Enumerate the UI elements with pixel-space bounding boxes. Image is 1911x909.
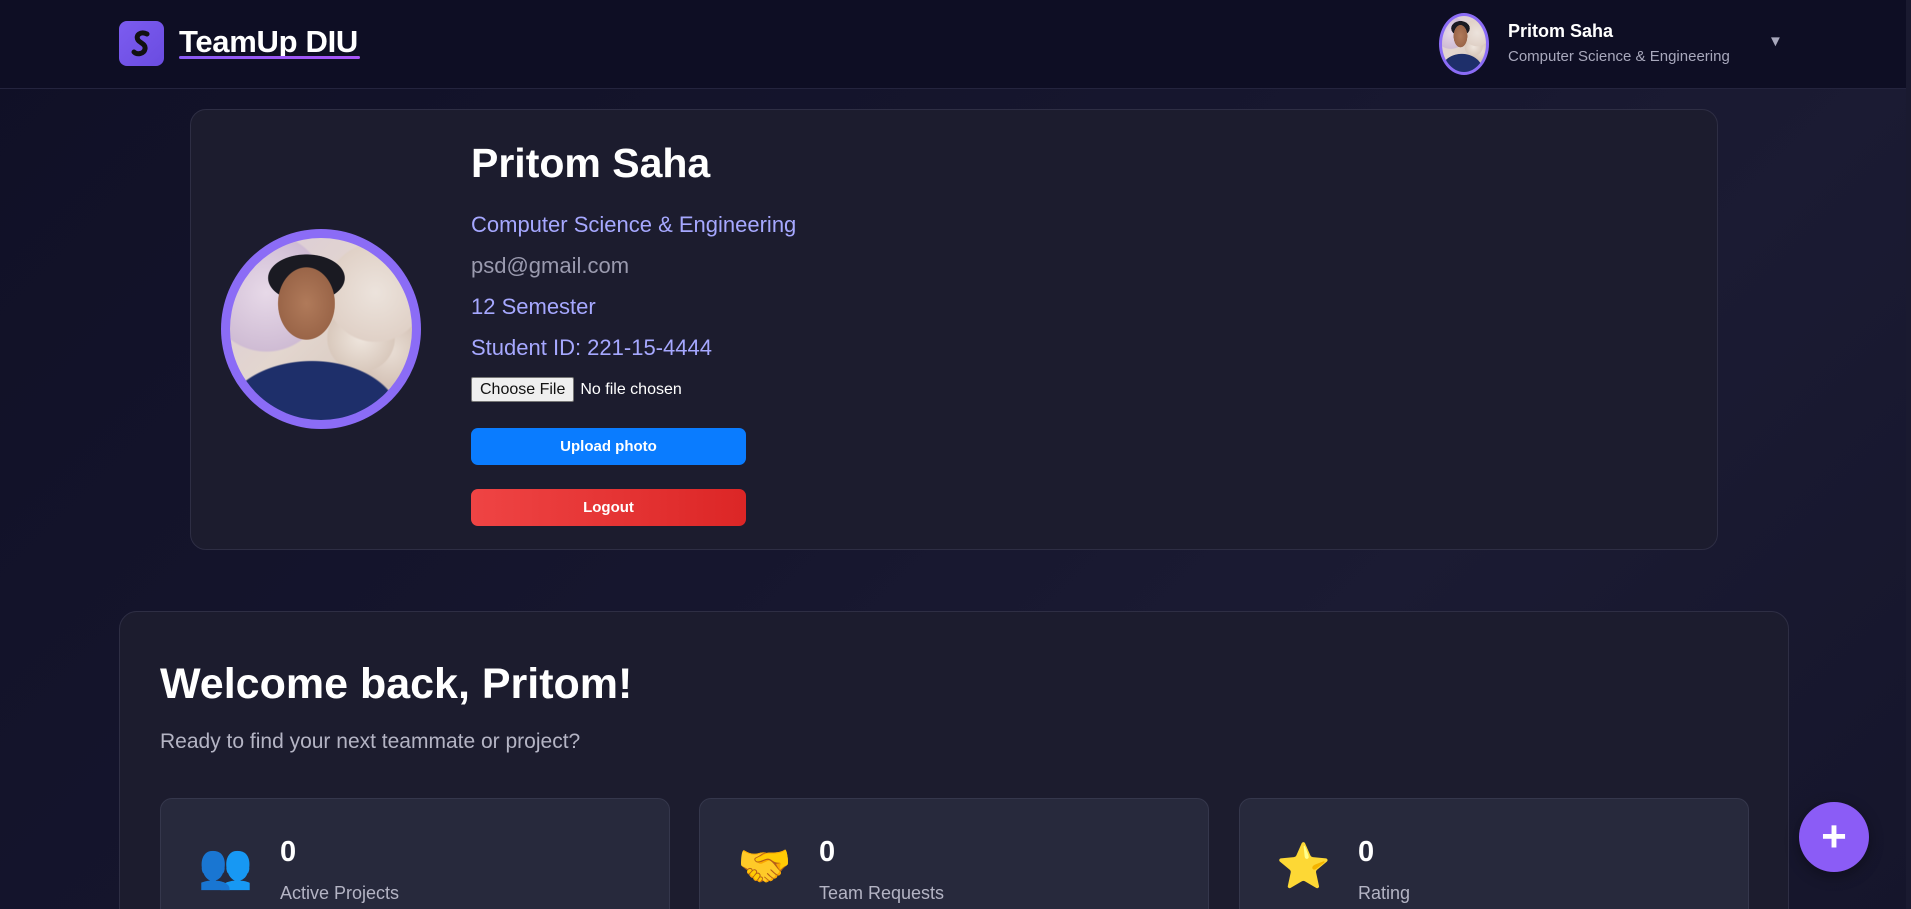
chevron-down-icon[interactable]: ▼: [1768, 33, 1783, 50]
header-user-department: Computer Science & Engineering: [1508, 48, 1730, 65]
header-avatar[interactable]: [1439, 13, 1489, 75]
upload-photo-button[interactable]: Upload photo: [471, 428, 746, 465]
avatar-photo: [1442, 16, 1486, 72]
handshake-icon: 🤝: [737, 842, 792, 891]
header-user-name[interactable]: Pritom Saha: [1508, 21, 1613, 42]
welcome-title: Welcome back, Pritom!: [160, 660, 633, 708]
profile-photo: [230, 238, 412, 420]
stat-label: Team Requests: [819, 883, 945, 903]
scrollbar[interactable]: [1906, 0, 1911, 909]
logo-icon[interactable]: [119, 21, 164, 66]
stat-value: 0: [819, 836, 836, 868]
profile-avatar: [221, 229, 421, 429]
choose-file-button[interactable]: Choose File: [471, 377, 575, 402]
people-icon: 👥: [198, 842, 253, 891]
logout-button[interactable]: Logout: [471, 489, 746, 526]
s-logo-icon: [131, 29, 149, 56]
stat-value: 0: [1358, 836, 1375, 868]
title-underline: [179, 56, 360, 59]
top-header: TeamUp DIU Pritom Saha Computer Science …: [0, 0, 1911, 89]
app-title[interactable]: TeamUp DIU: [179, 24, 358, 60]
stat-label: Active Projects: [280, 883, 400, 903]
profile-semester: 12 Semester: [471, 294, 596, 319]
stat-value: 0: [280, 836, 297, 868]
add-button[interactable]: +: [1799, 802, 1869, 872]
profile-department: Computer Science & Engineering: [471, 212, 797, 237]
file-status: No file chosen: [580, 380, 682, 398]
star-icon: ⭐: [1276, 842, 1331, 891]
profile-student-id: Student ID: 221-15-4444: [471, 335, 712, 360]
welcome-subtitle: Ready to find your next teammate or proj…: [160, 730, 581, 753]
profile-name: Pritom Saha: [471, 140, 711, 186]
file-input: Choose File No file chosen: [471, 377, 682, 402]
profile-email: psd@gmail.com: [471, 253, 630, 278]
stat-label: Rating: [1358, 883, 1411, 903]
